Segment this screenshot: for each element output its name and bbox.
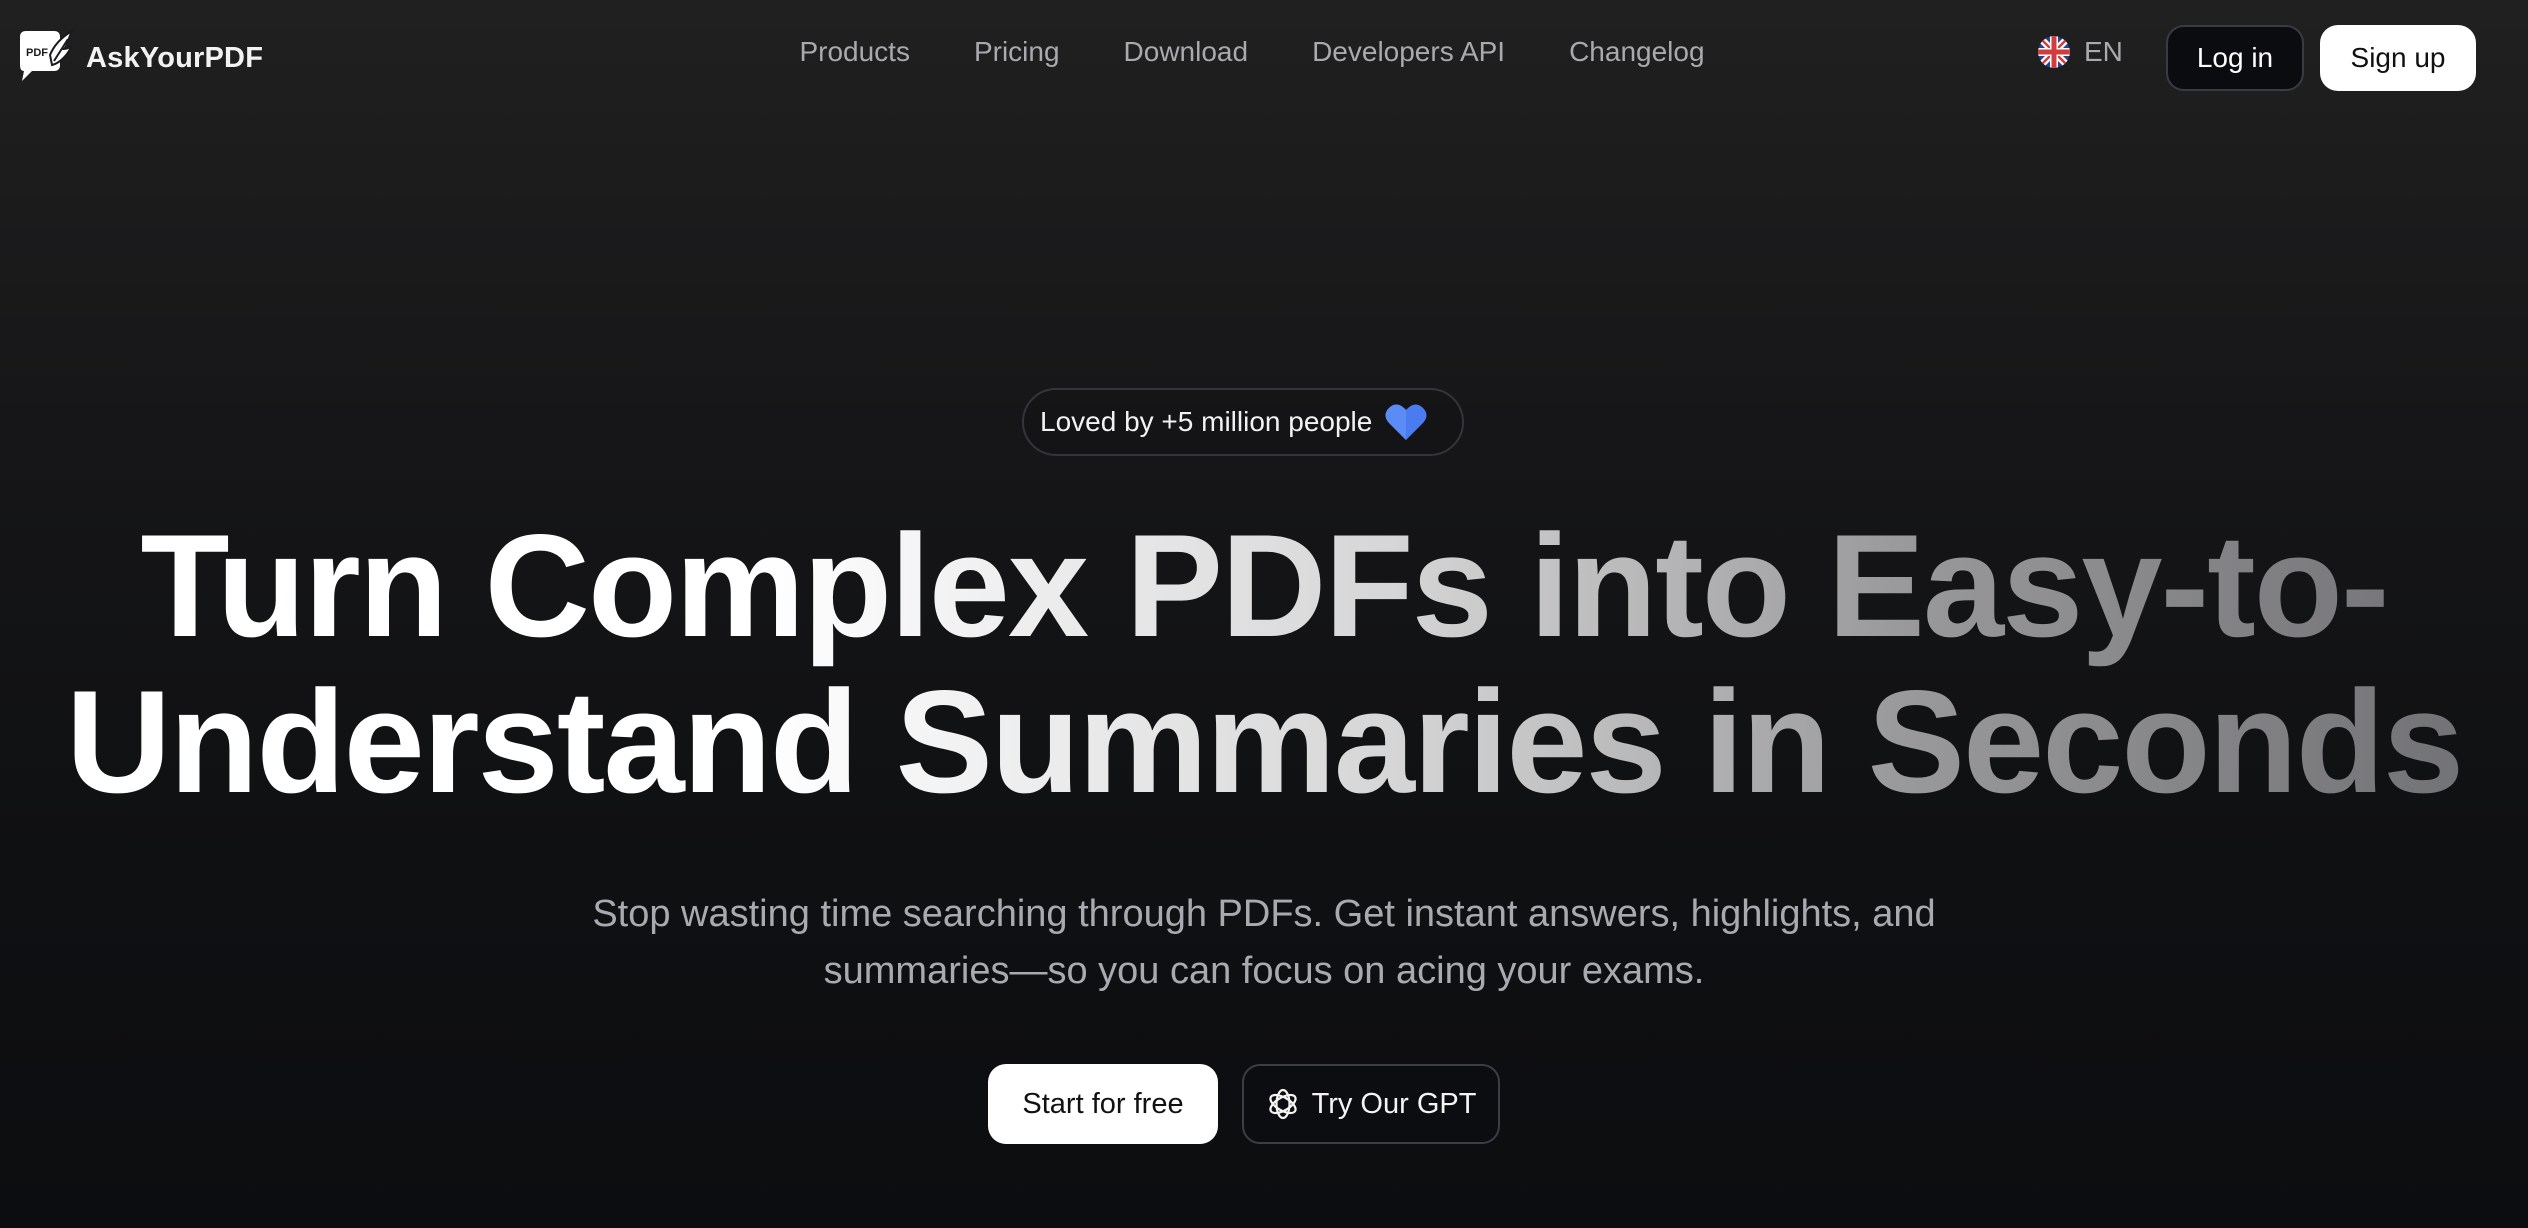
try-our-gpt-label: Try Our GPT (1311, 1087, 1477, 1120)
nav-pricing-link[interactable]: Pricing (974, 36, 1060, 68)
hero-subtitle-line-2: summaries—so you can focus on acing your… (823, 950, 1705, 992)
hero-headline: Turn Complex PDFs into Easy-to- Understa… (0, 508, 2528, 820)
language-code: EN (2084, 36, 2123, 67)
openai-icon (1268, 1088, 1297, 1120)
blue-heart-icon (1385, 404, 1427, 440)
language-selector[interactable]: EN (2038, 36, 2123, 68)
social-proof-badge: Loved by +5 million people (1022, 388, 1464, 456)
nav-products-link[interactable]: Products (799, 36, 910, 68)
hero-subtitle-line-1: Stop wasting time searching through PDFs… (592, 893, 1936, 935)
site-header: PDF AskYourPDF Products Pricing Download… (0, 0, 2528, 116)
brand-home-link[interactable]: PDF AskYourPDF (10, 24, 263, 92)
hero-headline-line-1: Turn Complex PDFs into Easy-to- (140, 504, 2388, 667)
uk-flag-icon (2038, 36, 2070, 68)
nav-developers-api-link[interactable]: Developers API (1312, 36, 1505, 68)
nav-download-link[interactable]: Download (1124, 36, 1249, 68)
start-for-free-button[interactable]: Start for free (988, 1064, 1218, 1144)
signup-button[interactable]: Sign up (2320, 25, 2476, 91)
svg-text:PDF: PDF (26, 47, 48, 59)
login-button[interactable]: Log in (2166, 25, 2304, 91)
main-nav-items: Products Pricing Download Developers API… (799, 36, 1704, 68)
social-proof-text: Loved by +5 million people (1040, 406, 1373, 437)
hero-headline-line-2: Understand Summaries in Seconds (65, 660, 2463, 823)
hero-subtitle: Stop wasting time searching through PDFs… (0, 886, 2528, 1000)
try-our-gpt-button[interactable]: Try Our GPT (1242, 1064, 1500, 1144)
askyourpdf-logo-icon: PDF (20, 28, 75, 81)
main-nav: Products Pricing Download Developers API… (0, 36, 2528, 68)
brand-name: AskYourPDF (86, 41, 264, 74)
nav-changelog-link[interactable]: Changelog (1569, 36, 1704, 68)
